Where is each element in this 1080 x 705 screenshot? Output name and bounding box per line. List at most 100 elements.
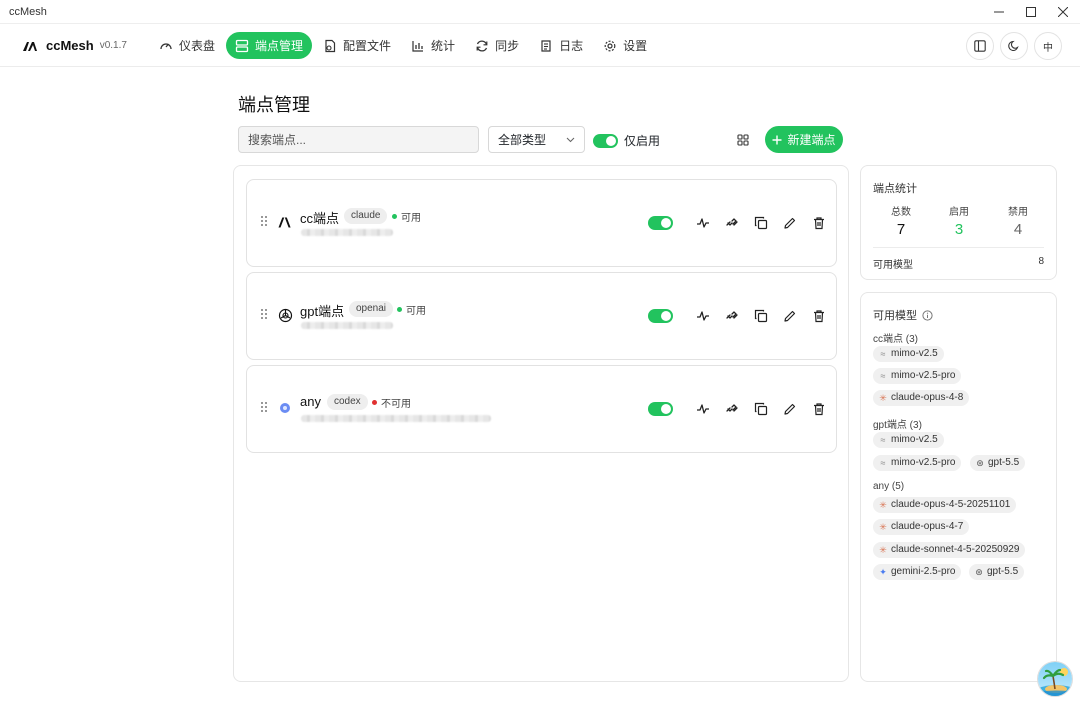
divider <box>873 247 1044 248</box>
nav-stats[interactable]: 统计 <box>402 32 464 59</box>
wave-icon: ≈ <box>880 435 886 445</box>
stat-total: 总数 7 <box>881 203 921 238</box>
nav-dashboard[interactable]: 仪表盘 <box>150 32 224 59</box>
copy-icon <box>754 216 767 229</box>
model-chip[interactable]: ✦ gemini-2.5-pro <box>873 564 962 580</box>
search-input[interactable] <box>238 126 479 153</box>
trash-icon <box>813 216 824 229</box>
status-text: 可用 <box>406 305 426 317</box>
model-name: mimo-v2.5 <box>891 434 938 445</box>
stat-enabled: 启用 3 <box>939 203 979 238</box>
model-chip[interactable]: ≈ mimo-v2.5-pro <box>873 368 962 384</box>
endpoint-url-redacted <box>301 322 393 329</box>
edit-endpoint-button[interactable] <box>780 306 799 325</box>
endpoint-enable-toggle[interactable] <box>648 215 673 230</box>
model-chip[interactable]: ⊛ gpt-5.5 <box>970 455 1026 471</box>
only-enabled-toggle[interactable] <box>593 133 618 148</box>
endpoint-card[interactable]: any codex 不可用 <box>246 365 837 453</box>
close-icon <box>1058 7 1068 17</box>
copy-icon <box>754 402 767 415</box>
model-chip[interactable]: ≈ mimo-v2.5 <box>873 432 944 448</box>
endpoint-type-tag: claude <box>344 208 388 224</box>
nav-config-files[interactable]: 配置文件 <box>314 32 400 59</box>
model-name: mimo-v2.5-pro <box>891 370 956 381</box>
type-filter-select[interactable]: 全部类型 <box>488 126 585 153</box>
maximize-button[interactable] <box>1013 0 1049 24</box>
nav-logs[interactable]: 日志 <box>530 32 592 59</box>
test-connection-button[interactable] <box>722 306 741 325</box>
endpoint-list: cc端点 claude 可用 gpt端点 openai 可用 any codex… <box>233 165 849 682</box>
nav-endpoints[interactable]: 端点管理 <box>226 32 313 59</box>
close-window-button[interactable] <box>1045 0 1080 24</box>
trash-icon <box>813 402 824 415</box>
nav-right-tools: 中 <box>966 32 1062 60</box>
drag-handle-icon[interactable] <box>261 402 267 412</box>
nav-settings[interactable]: 设置 <box>594 32 656 59</box>
edit-endpoint-button[interactable] <box>780 399 799 418</box>
delete-endpoint-button[interactable] <box>809 306 828 325</box>
type-filter-value: 全部类型 <box>498 133 547 147</box>
endpoint-card[interactable]: cc端点 claude 可用 <box>246 179 837 267</box>
model-chip[interactable]: ≈ mimo-v2.5-pro <box>873 455 962 471</box>
new-endpoint-button[interactable]: 新建端点 <box>765 126 843 153</box>
endpoint-enable-toggle[interactable] <box>648 401 673 416</box>
stat-label: 禁用 <box>1008 207 1028 218</box>
test-connection-button[interactable] <box>722 213 741 232</box>
health-check-button[interactable] <box>693 306 712 325</box>
theme-toggle-button[interactable] <box>1000 32 1028 60</box>
window-title: ccMesh <box>9 5 47 18</box>
model-name: claude-opus-4-8 <box>891 392 964 403</box>
copy-endpoint-button[interactable] <box>751 213 770 232</box>
drag-handle-icon[interactable] <box>261 216 267 226</box>
grid-icon <box>737 134 749 146</box>
test-connection-button[interactable] <box>722 399 741 418</box>
model-name: claude-sonnet-4-5-20250929 <box>891 544 1020 555</box>
copy-endpoint-button[interactable] <box>751 399 770 418</box>
copy-endpoint-button[interactable] <box>751 306 770 325</box>
endpoint-stats-panel: 端点统计 总数 7 启用 3 禁用 4 可用模型 8 <box>860 165 1057 280</box>
gemini-star-icon: ✦ <box>879 567 887 577</box>
model-chip[interactable]: ≈ mimo-v2.5 <box>873 346 944 362</box>
health-check-button[interactable] <box>693 399 712 418</box>
language-button[interactable]: 中 <box>1034 32 1062 60</box>
toggle-sidebar-button[interactable] <box>966 32 994 60</box>
window-titlebar: ccMesh <box>0 0 1080 24</box>
server-icon <box>235 39 249 52</box>
info-icon[interactable] <box>922 309 933 321</box>
endpoint-type-tag: codex <box>327 394 368 410</box>
top-navbar: ccMesh v0.1.7 仪表盘 端点管理 配置文件 统计 同步 日志 设置 … <box>0 24 1080 67</box>
minimize-button[interactable] <box>981 0 1017 24</box>
nav-label: 设置 <box>623 39 648 53</box>
nav-label: 仪表盘 <box>179 39 216 53</box>
endpoint-type-tag: openai <box>349 301 394 317</box>
edit-endpoint-button[interactable] <box>780 213 799 232</box>
grid-view-button[interactable] <box>735 132 751 148</box>
link-icon <box>725 403 738 412</box>
drag-handle-icon[interactable] <box>261 309 267 319</box>
delete-endpoint-button[interactable] <box>809 213 828 232</box>
gauge-icon <box>160 42 172 49</box>
health-check-button[interactable] <box>693 213 712 232</box>
nav-sync[interactable]: 同步 <box>466 32 528 59</box>
nav-label: 端点管理 <box>255 39 304 53</box>
nav-label: 日志 <box>559 39 584 53</box>
model-name: mimo-v2.5-pro <box>891 457 956 468</box>
nav-label: 配置文件 <box>343 39 392 53</box>
model-chip[interactable]: ⊛ gpt-5.5 <box>969 564 1025 580</box>
stat-label: 总数 <box>891 207 911 218</box>
floating-assistant-avatar[interactable] <box>1037 661 1073 697</box>
pulse-icon <box>696 310 709 321</box>
brand[interactable]: ccMesh v0.1.7 <box>22 24 127 67</box>
endpoint-card[interactable]: gpt端点 openai 可用 <box>246 272 837 360</box>
model-chip[interactable]: ✳ claude-opus-4-7 <box>873 519 970 535</box>
model-chip[interactable]: ✳ claude-opus-4-8 <box>873 390 970 406</box>
stats-title: 端点统计 <box>873 183 917 195</box>
model-chip[interactable]: ✳ claude-opus-4-5-20251101 <box>873 497 1017 513</box>
models-count-value: 8 <box>1038 256 1044 267</box>
delete-endpoint-button[interactable] <box>809 399 828 418</box>
model-name: gpt-5.5 <box>987 566 1019 577</box>
endpoint-enable-toggle[interactable] <box>648 308 673 323</box>
model-chip[interactable]: ✳ claude-sonnet-4-5-20250929 <box>873 542 1026 558</box>
file-config-icon <box>325 39 336 52</box>
wave-icon: ≈ <box>880 349 886 359</box>
